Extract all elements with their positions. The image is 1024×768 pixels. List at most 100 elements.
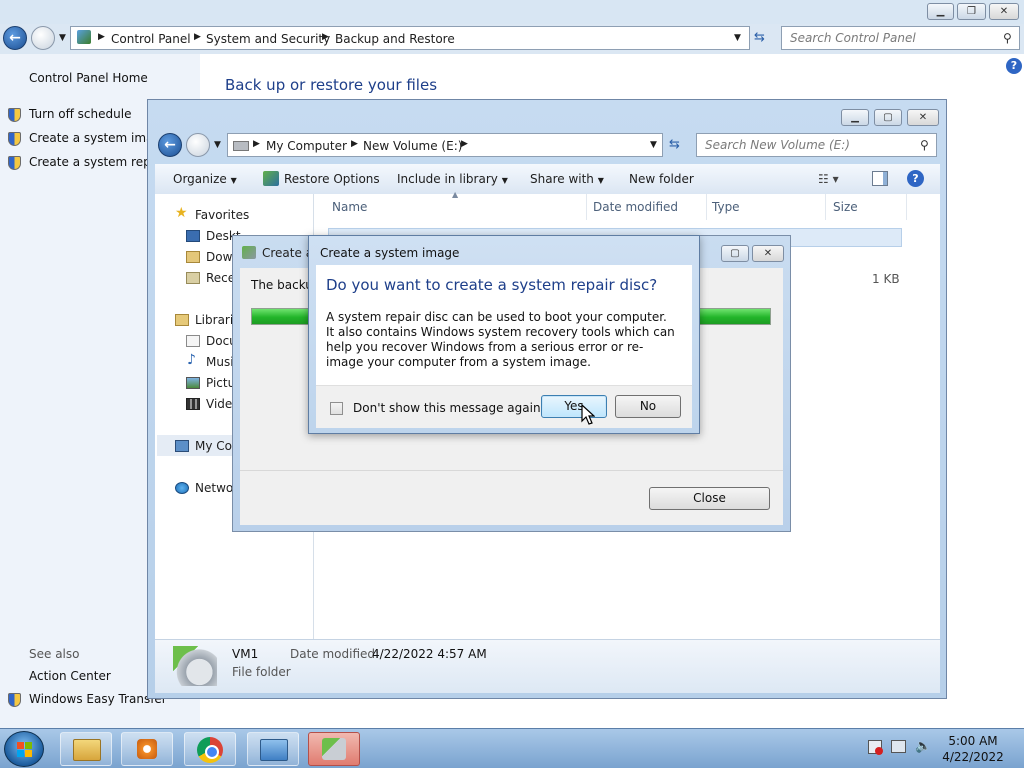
view-options-icon[interactable]: ☷ ▾ [818, 172, 839, 186]
start-button[interactable] [4, 731, 44, 767]
restore-button[interactable]: ❐ [957, 3, 986, 20]
close-button[interactable]: ✕ [989, 3, 1019, 20]
column-divider [586, 194, 587, 220]
drive-icon [233, 141, 249, 151]
explorer-recent-dropdown-icon[interactable]: ▼ [214, 140, 221, 150]
explorer-back-button[interactable]: ← [158, 133, 182, 157]
windows-logo-icon [17, 742, 24, 749]
breadcrumb-my-computer[interactable]: My Computer [266, 139, 347, 153]
taskbar-backup-button[interactable] [308, 732, 360, 766]
explorer-minimize-button[interactable]: ▁ [841, 109, 869, 126]
search-icon: ⚲ [920, 138, 929, 152]
clock-time[interactable]: 5:00 AM [936, 734, 1010, 748]
explorer-refresh-icon[interactable]: ⇆ [669, 137, 680, 152]
chevron-down-icon: ▼ [501, 176, 508, 185]
column-divider [706, 194, 707, 220]
explorer-address-dropdown-icon[interactable]: ▼ [650, 140, 657, 150]
include-in-library-menu[interactable]: Include in library ▼ [397, 172, 508, 186]
control-panel-home-link[interactable]: Control Panel Home [29, 71, 148, 85]
taskbar: 🔈 5:00 AM 4/22/2022 [0, 728, 1024, 768]
column-header-type[interactable]: Type [712, 200, 740, 214]
explorer-close-button[interactable]: ✕ [907, 109, 939, 126]
windows-logo-icon [25, 750, 32, 757]
breadcrumb-backup-restore[interactable]: Backup and Restore [335, 32, 455, 46]
taskbar-media-player-button[interactable] [121, 732, 173, 766]
explorer-address-bar[interactable]: ▶ My Computer ▶ New Volume (E:) ▶ ▼ [227, 133, 663, 157]
shield-icon [8, 132, 21, 146]
network-item[interactable]: Netwo [195, 481, 233, 495]
shield-icon [8, 693, 21, 707]
breadcrumb-separator-icon: ▶ [322, 32, 329, 42]
help-icon[interactable]: ? [907, 170, 924, 187]
explorer-details-pane: VM1 Date modified: 4/22/2022 4:57 AM Fil… [155, 639, 940, 693]
organize-menu[interactable]: Organize ▼ [173, 172, 237, 186]
create-repair-disc-link[interactable]: Create a system repair [29, 155, 166, 169]
preview-pane-icon[interactable] [872, 171, 888, 186]
details-date-value: 4/22/2022 4:57 AM [372, 647, 487, 661]
clock-date[interactable]: 4/22/2022 [936, 750, 1010, 764]
organize-label: Organize [173, 172, 227, 186]
favorites-item[interactable]: Favorites [195, 208, 249, 222]
restore-options-button[interactable]: Restore Options [284, 172, 380, 186]
yes-button[interactable]: Yes [541, 395, 607, 418]
restore-options-icon [263, 171, 279, 186]
breadcrumb-system-security[interactable]: System and Security [206, 32, 330, 46]
breadcrumb-separator-icon: ▶ [98, 32, 105, 42]
share-with-label: Share with [530, 172, 594, 186]
modal-body: Do you want to create a system repair di… [316, 265, 692, 385]
close-dialog-button[interactable]: Close [649, 487, 770, 510]
address-bar[interactable]: ▶ Control Panel ▶ System and Security ▶ … [70, 26, 750, 50]
explorer-search-input[interactable]: Search New Volume (E:) ⚲ [696, 133, 937, 157]
taskbar-explorer-button[interactable] [60, 732, 112, 766]
modal-message: A system repair disc can be used to boot… [326, 310, 675, 369]
breadcrumb-new-volume[interactable]: New Volume (E:) [363, 139, 462, 153]
action-center-link[interactable]: Action Center [29, 669, 111, 683]
breadcrumb-separator-icon: ▶ [461, 139, 468, 149]
shield-icon [8, 108, 21, 122]
my-computer-item[interactable]: My Co [195, 439, 232, 453]
windows-logo-icon [17, 750, 24, 757]
mouse-cursor-icon [581, 404, 595, 425]
chrome-center-icon [205, 745, 219, 759]
explorer-forward-button[interactable] [186, 133, 210, 157]
pictures-icon [186, 377, 200, 389]
search-input[interactable]: Search Control Panel ⚲ [781, 26, 1020, 50]
refresh-icon[interactable]: ⇆ [754, 30, 765, 45]
volume-icon[interactable]: 🔈 [915, 739, 931, 754]
column-header-date-modified[interactable]: Date modified [593, 200, 678, 214]
libraries-item[interactable]: Librari [195, 313, 233, 327]
new-folder-button[interactable]: New folder [629, 172, 694, 186]
backup-icon [242, 246, 256, 259]
recent-places-item[interactable]: Rece [206, 271, 235, 285]
explorer-toolbar: Organize ▼ Restore Options Include in li… [155, 164, 940, 195]
folder-restore-icon [173, 646, 217, 686]
column-header-name[interactable]: Name [332, 200, 367, 214]
explorer-navbar: ← ▼ ▶ My Computer ▶ New Volume (E:) ▶ ▼ … [155, 131, 940, 161]
control-panel-icon [260, 739, 288, 761]
forward-button[interactable] [31, 26, 55, 50]
share-with-menu[interactable]: Share with ▼ [530, 172, 604, 186]
taskbar-chrome-button[interactable] [184, 732, 236, 766]
network-tray-icon[interactable] [891, 740, 906, 753]
dialog-maximize-button[interactable]: ▢ [721, 245, 749, 262]
libraries-icon [175, 314, 189, 326]
dialog-close-button[interactable]: ✕ [752, 245, 784, 262]
details-type: File folder [232, 665, 291, 679]
no-button[interactable]: No [615, 395, 681, 418]
minimize-button[interactable]: ▁ [927, 3, 954, 20]
pictures-item[interactable]: Pictu [206, 376, 235, 390]
recent-pages-dropdown-icon[interactable]: ▼ [59, 33, 66, 43]
column-header-size[interactable]: Size [833, 200, 858, 214]
taskbar-control-panel-button[interactable] [247, 732, 299, 766]
dont-show-again-label[interactable]: Don't show this message again [353, 401, 541, 415]
music-item[interactable]: Musi [206, 355, 234, 369]
dont-show-again-checkbox[interactable] [330, 402, 343, 415]
breadcrumb-control-panel[interactable]: Control Panel [111, 32, 191, 46]
modal-heading: Do you want to create a system repair di… [326, 276, 658, 294]
back-button[interactable]: ← [3, 26, 27, 50]
address-dropdown-icon[interactable]: ▼ [734, 33, 741, 43]
explorer-maximize-button[interactable]: ▢ [874, 109, 902, 126]
turn-off-schedule-link[interactable]: Turn off schedule [29, 107, 131, 121]
help-icon[interactable]: ? [1006, 58, 1022, 74]
recent-places-icon [186, 272, 200, 284]
